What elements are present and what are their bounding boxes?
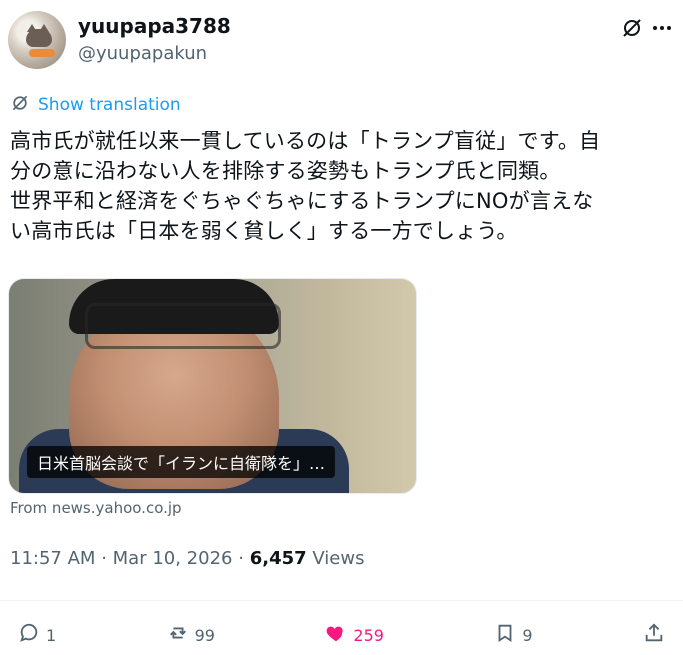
views-count: 6,457 — [249, 548, 307, 569]
avatar-cat-ear — [39, 24, 49, 32]
share-icon — [643, 622, 665, 648]
display-name[interactable]: yuupapa3788 — [78, 14, 231, 38]
more-icon[interactable] — [649, 15, 675, 41]
translate-icon — [10, 93, 30, 117]
avatar-cat-ear — [27, 24, 37, 32]
show-translation-button[interactable]: Show translation — [10, 93, 181, 117]
avatar-toy — [29, 49, 55, 57]
share-button[interactable] — [643, 622, 665, 648]
bookmark-button[interactable]: 9 — [494, 622, 533, 648]
like-button[interactable]: 259 — [325, 622, 384, 648]
heart-icon — [325, 622, 347, 648]
tweet-text: 高市氏が就任以来一貫しているのは「トランプ盲従」です。自 分の意に沿わない人を排… — [10, 129, 601, 243]
card-source[interactable]: From news.yahoo.co.jp — [10, 499, 182, 517]
card-image-glasses — [85, 303, 281, 349]
show-translation-label: Show translation — [38, 95, 181, 115]
tweet-header: yuupapa3788 @yuupapakun — [8, 8, 675, 69]
bookmark-count: 9 — [522, 625, 533, 645]
reply-button[interactable]: 1 — [18, 622, 56, 648]
grok-icon[interactable] — [619, 15, 645, 41]
reply-icon — [18, 622, 40, 648]
divider — [0, 600, 683, 601]
like-count: 259 — [353, 625, 384, 645]
views-label: Views — [312, 548, 365, 569]
tweet-time[interactable]: 11:57 AM — [10, 548, 95, 569]
reply-count: 1 — [46, 625, 57, 645]
bookmark-icon — [494, 622, 516, 648]
card-caption: 日米首脳会談で「イランに自衛隊を」… — [27, 446, 336, 478]
retweet-icon — [167, 622, 189, 648]
retweet-count: 99 — [194, 625, 215, 645]
action-bar: 1 99 259 9 — [18, 620, 665, 650]
meta-separator: · — [238, 548, 244, 569]
retweet-button[interactable]: 99 — [167, 622, 215, 648]
tweet-meta: 11:57 AM · Mar 10, 2026 · 6,457 Views — [10, 548, 364, 569]
avatar[interactable] — [8, 11, 66, 69]
user-handle[interactable]: @yuupapakun — [78, 43, 207, 64]
link-card[interactable]: 日米首脳会談で「イランに自衛隊を」… — [8, 278, 417, 494]
meta-separator: · — [101, 548, 107, 569]
tweet-date[interactable]: Mar 10, 2026 — [113, 548, 233, 569]
